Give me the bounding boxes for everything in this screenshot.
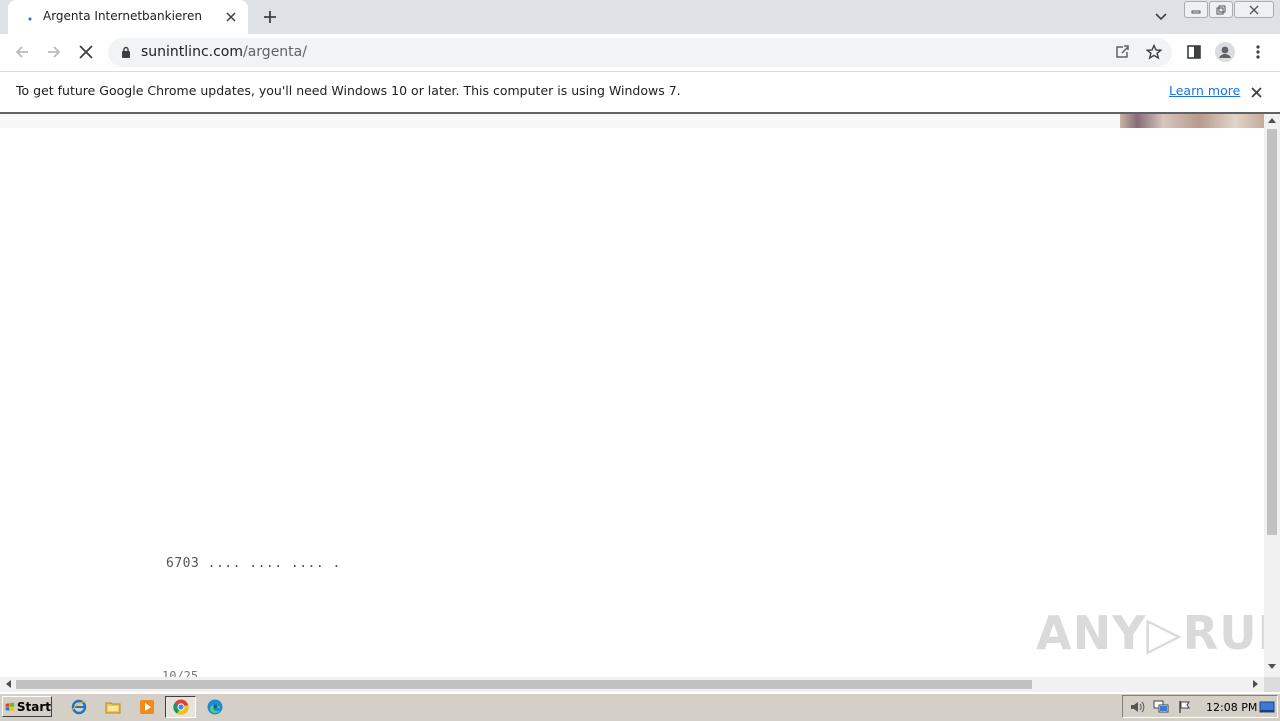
side-panel-button[interactable] (1182, 40, 1206, 64)
scrollbar-corner (1264, 677, 1280, 692)
plus-icon (264, 11, 276, 23)
chrome-icon (172, 699, 190, 715)
minimize-button[interactable] (1184, 1, 1208, 18)
loading-icon (28, 17, 32, 21)
close-window-button[interactable] (1234, 1, 1274, 18)
expiry-text: 10/25 (162, 669, 199, 677)
stop-button[interactable] (74, 40, 98, 64)
back-button[interactable] (10, 40, 34, 64)
close-icon[interactable] (222, 8, 240, 26)
restore-button[interactable] (1209, 1, 1233, 18)
web-page: 6703 .... .... .... . 10/25 (0, 114, 1264, 677)
bookmark-button[interactable] (1142, 40, 1166, 64)
new-tab-button[interactable] (258, 6, 282, 28)
file-explorer-icon[interactable] (104, 699, 122, 715)
profile-icon (1215, 42, 1235, 62)
stop-icon (79, 45, 93, 59)
show-desktop-icon[interactable] (1258, 699, 1276, 715)
menu-button[interactable] (1246, 40, 1270, 64)
horizontal-scroll-thumb[interactable] (16, 680, 1032, 689)
scroll-right-icon[interactable] (1253, 680, 1259, 688)
arrow-left-icon (15, 46, 28, 58)
anyrun-watermark: ANY▷RUN (1036, 606, 1280, 660)
share-button[interactable] (1110, 40, 1134, 64)
learn-more-link[interactable]: Learn more (1169, 83, 1240, 98)
action-center-flag-icon[interactable] (1176, 699, 1194, 715)
url-text[interactable]: sunintlinc.com/argenta/ (141, 44, 307, 60)
header-image (1120, 114, 1264, 128)
url-path: /argenta/ (243, 44, 307, 60)
edge-icon[interactable] (206, 699, 224, 715)
windows-logo-icon (5, 702, 15, 711)
arrow-right-icon (48, 46, 61, 58)
scroll-left-icon[interactable] (5, 680, 11, 688)
taskbar-clock: 12:08 PM (1206, 701, 1258, 714)
network-icon[interactable] (1152, 699, 1170, 715)
url-domain: sunintlinc.com (141, 44, 243, 60)
header-strip (0, 114, 1264, 128)
side-panel-icon (1187, 45, 1201, 59)
start-label: Start (16, 699, 51, 714)
scroll-up-icon[interactable] (1268, 117, 1276, 123)
vertical-scroll-thumb[interactable] (1267, 129, 1277, 535)
share-icon (1116, 45, 1129, 58)
kebab-menu-icon (1256, 45, 1260, 59)
tab-search-button[interactable] (1150, 8, 1172, 26)
infobar-message: To get future Google Chrome updates, you… (16, 83, 681, 98)
star-icon (1146, 44, 1162, 60)
lock-icon[interactable] (121, 46, 131, 58)
profile-button[interactable] (1213, 40, 1237, 64)
chevron-down-icon (1155, 13, 1167, 21)
media-player-icon[interactable] (138, 699, 156, 715)
forward-button[interactable] (42, 40, 66, 64)
scroll-down-icon[interactable] (1268, 664, 1276, 670)
start-button[interactable]: Start (2, 696, 52, 717)
close-icon[interactable] (1247, 83, 1265, 101)
tab-title: Argenta Internetbankieren (43, 9, 202, 23)
internet-explorer-icon[interactable] (70, 699, 88, 715)
card-number-text: 6703 .... .... .... . (166, 556, 341, 571)
volume-icon[interactable] (1128, 699, 1146, 715)
